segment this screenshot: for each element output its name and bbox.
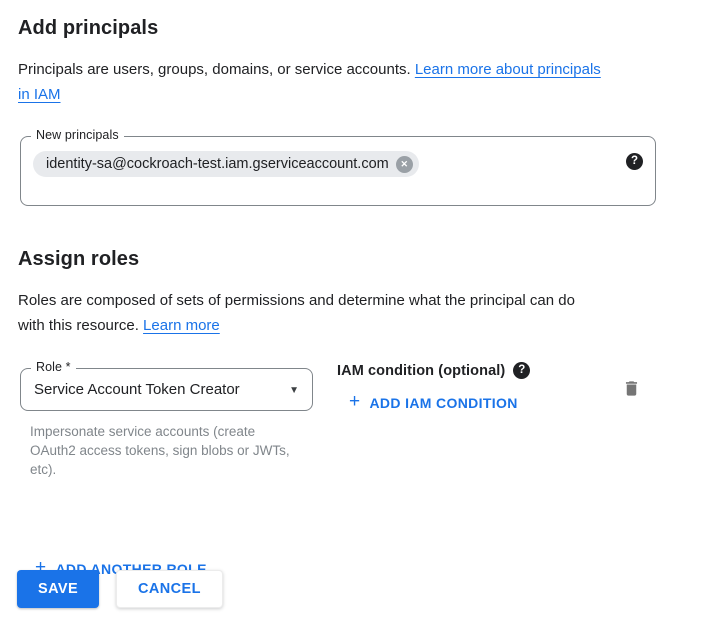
principals-description-text: Principals are users, groups, domains, o… — [18, 61, 415, 78]
cancel-button[interactable]: CANCEL — [116, 570, 223, 608]
principal-chip-label: identity-sa@cockroach-test.iam.gservicea… — [46, 156, 389, 172]
roles-description-line1: Roles are composed of sets of permission… — [18, 292, 575, 309]
page-title: Add principals — [18, 14, 695, 42]
plus-icon: + — [349, 392, 360, 411]
principals-help-icon[interactable]: ? — [626, 153, 643, 170]
principals-description: Principals are users, groups, domains, o… — [18, 57, 688, 107]
learn-more-principals-link[interactable]: Learn more about principals — [415, 61, 601, 78]
role-select[interactable]: Role * Service Account Token Creator ▼ — [20, 368, 313, 411]
trash-icon — [622, 387, 641, 402]
assign-roles-title: Assign roles — [18, 245, 695, 273]
iam-condition-help-icon[interactable]: ? — [513, 362, 530, 379]
iam-condition-label: IAM condition (optional) — [337, 363, 505, 379]
roles-description-line2: with this resource. — [18, 317, 143, 334]
learn-more-roles-link[interactable]: Learn more — [143, 317, 220, 334]
role-row: Role * Service Account Token Creator ▼ I… — [20, 368, 695, 479]
new-principals-field[interactable]: New principals identity-sa@cockroach-tes… — [20, 136, 656, 206]
add-principals-panel: Add principals Principals are users, gro… — [0, 0, 713, 629]
roles-description: Roles are composed of sets of permission… — [18, 288, 688, 338]
save-button[interactable]: SAVE — [17, 570, 99, 608]
iam-condition-column: IAM condition (optional) ? + ADD IAM CON… — [337, 362, 622, 412]
add-iam-condition-button[interactable]: + ADD IAM CONDITION — [349, 394, 518, 411]
delete-role-button[interactable] — [622, 378, 641, 399]
role-column: Role * Service Account Token Creator ▼ I… — [20, 368, 313, 479]
delete-role-column — [622, 378, 641, 404]
iam-condition-header: IAM condition (optional) ? — [337, 362, 622, 379]
learn-more-principals-link-wrap[interactable]: in IAM — [18, 86, 61, 103]
add-iam-condition-label: ADD IAM CONDITION — [369, 395, 517, 411]
role-select-value: Service Account Token Creator — [34, 381, 240, 398]
principal-chip[interactable]: identity-sa@cockroach-test.iam.gservicea… — [33, 151, 419, 177]
chip-remove-icon[interactable]: ✕ — [396, 156, 413, 173]
chevron-down-icon: ▼ — [289, 386, 299, 396]
new-principals-label: New principals — [31, 128, 124, 142]
dialog-actions: SAVE CANCEL — [17, 570, 223, 608]
role-helper-text: Impersonate service accounts (create OAu… — [30, 422, 302, 479]
role-select-label: Role * — [31, 360, 76, 374]
